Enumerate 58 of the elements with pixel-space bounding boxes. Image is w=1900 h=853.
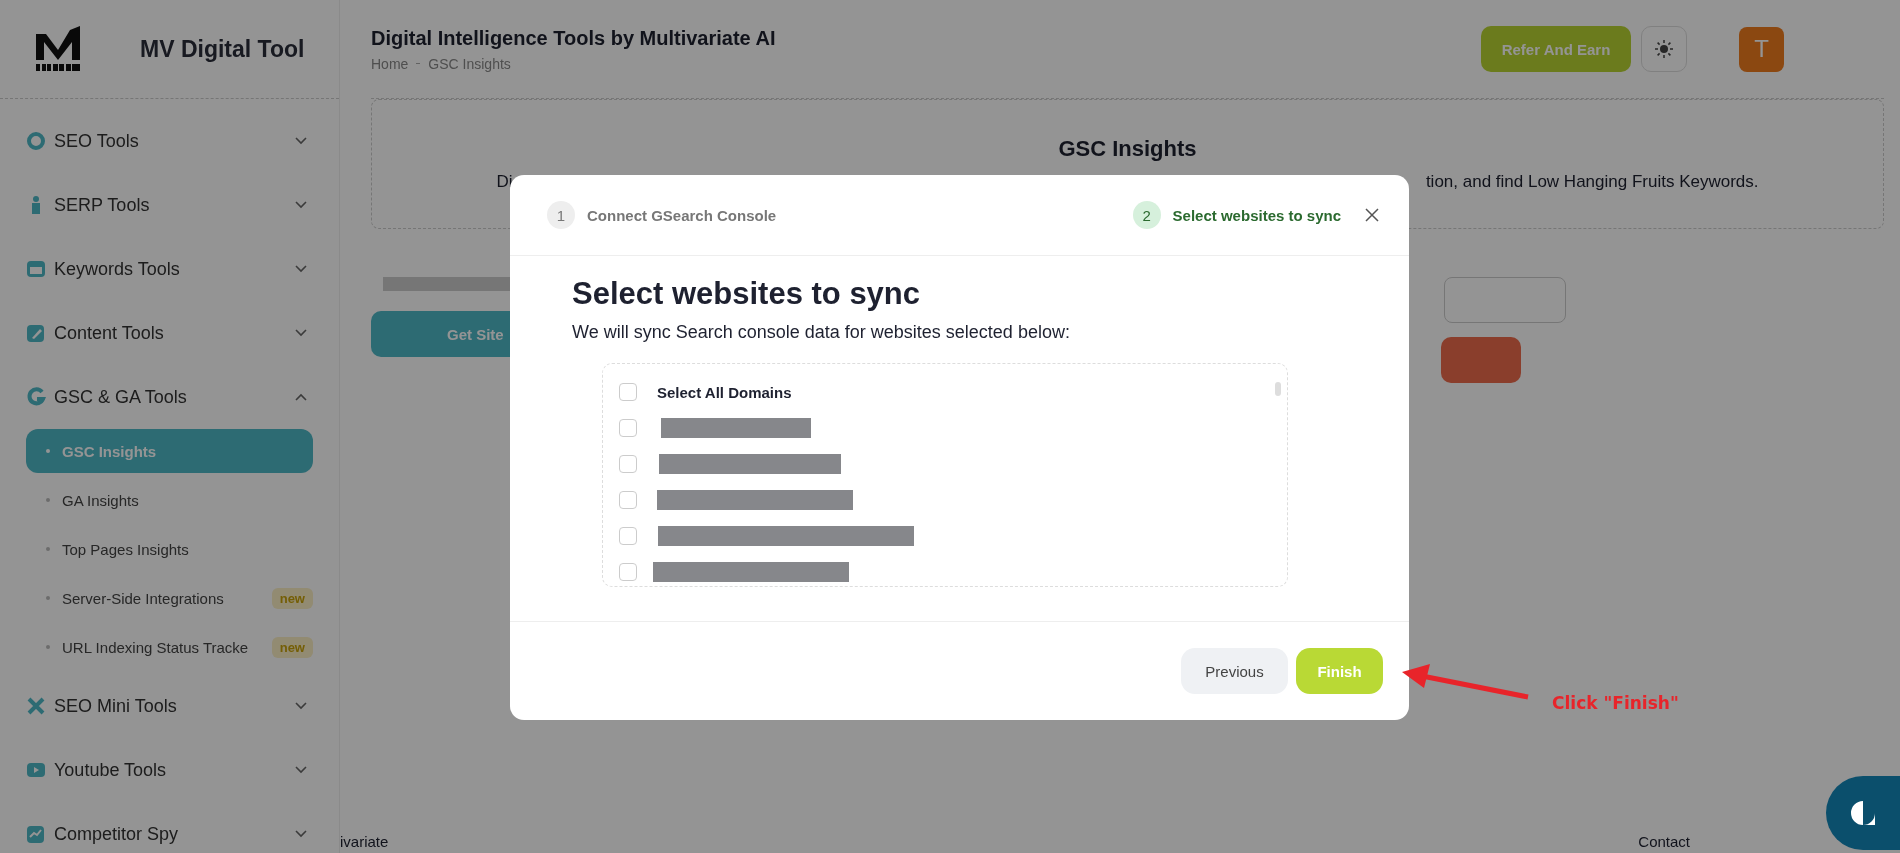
annotation-text: Click "Finish" (1552, 693, 1679, 713)
description-text: tion, and find Low Hanging Fruits Keywords. (1425, 172, 1759, 192)
breadcrumb-link[interactable]: GSC Insights (428, 55, 511, 72)
chart-icon (26, 824, 46, 844)
checkbox[interactable] (619, 563, 637, 581)
new-badge: new (271, 636, 313, 658)
nav-item[interactable]: Content Tools (26, 301, 313, 365)
checkbox[interactable] (619, 455, 637, 473)
nav-subitem[interactable]: Top Pages Insights (26, 527, 313, 571)
theme-toggle-button[interactable] (1641, 26, 1687, 72)
chevron-icon (295, 265, 307, 273)
browser-icon (26, 259, 46, 279)
chevron-icon (295, 702, 307, 710)
footer-text: ivariate (340, 833, 389, 851)
nav-item[interactable]: Competitor Spy (26, 802, 313, 853)
chevron-icon (295, 137, 307, 145)
nav-subitem[interactable]: GA Insights (26, 478, 313, 522)
chevron-icon (295, 329, 307, 337)
play-icon (26, 760, 46, 780)
wizard-step[interactable]: 2 Select websites to sync (1132, 201, 1341, 229)
sun-icon (1654, 39, 1674, 59)
pencil-icon (26, 323, 46, 343)
chat-button[interactable] (1826, 776, 1900, 850)
logo-icon (34, 26, 82, 72)
nav-item[interactable]: SEO Mini Tools (26, 674, 313, 738)
checkbox[interactable] (619, 383, 637, 401)
nav-item[interactable]: GSC & GA Tools (26, 365, 313, 429)
checkbox[interactable] (619, 419, 637, 437)
close-icon[interactable] (1365, 208, 1379, 222)
input-field[interactable] (1444, 277, 1566, 323)
scrollbar-thumb[interactable] (1275, 382, 1281, 396)
nav-subitem[interactable]: URL Indexing Status Tracke new (26, 625, 313, 669)
action-button[interactable] (1441, 337, 1521, 383)
cross-icon (26, 696, 46, 716)
arc-icon (26, 387, 46, 407)
nav-item[interactable]: Youtube Tools (26, 738, 313, 802)
chevron-icon (295, 830, 307, 838)
checkbox[interactable] (619, 491, 637, 509)
brand-name: MV Digital Tool (140, 35, 305, 63)
previous-button[interactable]: Previous (1181, 648, 1288, 694)
chevron-icon (295, 766, 307, 774)
page-title: Digital Intelligence Tools by Multivariate AI (371, 26, 777, 50)
select-all-label[interactable]: Select All Domains (657, 383, 792, 401)
ring-icon (26, 131, 46, 151)
new-badge: new (271, 587, 313, 609)
checkbox[interactable] (619, 527, 637, 545)
contact-link[interactable]: Contact (1638, 833, 1690, 851)
chevron-icon (295, 393, 307, 401)
wizard-step[interactable]: 1 Connect GSearch Console (547, 201, 1133, 229)
chat-bubble-icon (1849, 800, 1877, 826)
nav-item[interactable]: Keywords Tools (26, 237, 313, 301)
nav-item[interactable]: SEO Tools (26, 109, 313, 173)
card-title: GSC Insights (1058, 136, 1197, 162)
nav-item[interactable]: SERP Tools (26, 173, 313, 237)
description-text: Di (496, 172, 513, 192)
chevron-icon (295, 201, 307, 209)
modal-heading: Select websites to sync (572, 276, 922, 312)
nav-subitem[interactable]: Server-Side Integrations new (26, 576, 313, 620)
